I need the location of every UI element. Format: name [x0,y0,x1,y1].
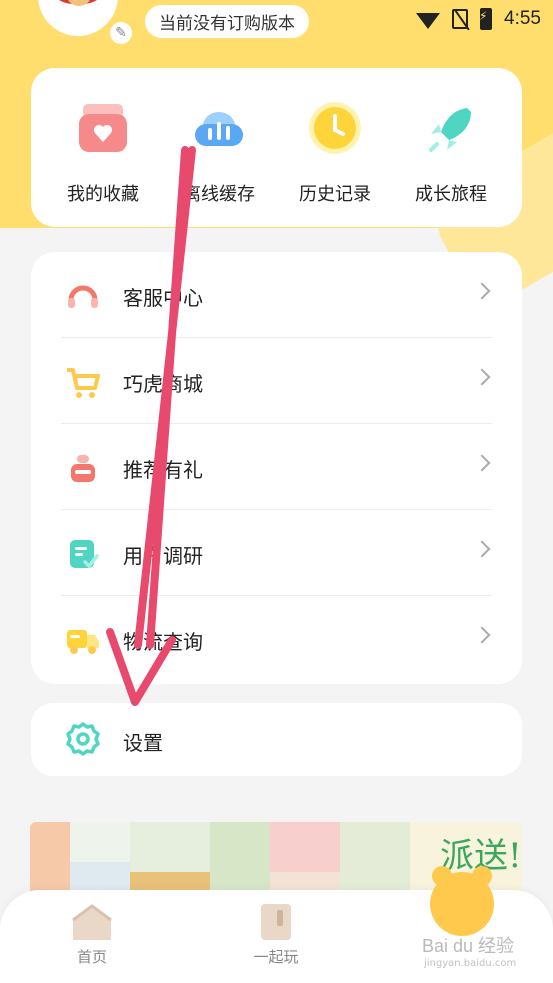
home-icon [72,904,112,940]
quick-label: 我的收藏 [67,184,139,205]
settings-label: 设置 [123,731,163,755]
quick-offline-cache[interactable]: 离线缓存 [159,68,279,227]
wifi-icon [416,13,441,29]
settings-card[interactable]: 设置 [31,703,522,776]
menu-item-survey[interactable]: 用户调研 [61,510,492,596]
favorites-box-icon [79,104,127,152]
quick-favorites[interactable]: 我的收藏 [43,68,163,227]
chevron-right-icon [473,282,491,300]
subscription-text: 当前没有订购版本 [159,14,295,34]
menu-label: 物流查询 [123,630,203,654]
tab-label: 一起玩 [253,948,299,966]
tab-play-together[interactable]: 一起玩 [216,890,336,983]
truck-icon [67,630,99,654]
cloud-download-icon [195,112,243,146]
bear-icon[interactable] [430,866,494,936]
chevron-right-icon [473,454,491,472]
rocket-icon [429,108,471,152]
chevron-right-icon [473,540,491,558]
tab-home[interactable]: 首页 [32,890,152,983]
quick-history[interactable]: 历史记录 [275,68,395,227]
no-sim-icon [452,9,469,29]
battery-charging-icon [479,8,493,30]
menu-label: 巧虎商城 [123,372,203,396]
menu-item-customer-service[interactable]: 客服中心 [61,252,492,338]
gear-icon [66,722,100,756]
chevron-right-icon [473,626,491,644]
quick-label: 成长旅程 [415,184,487,205]
watermark-brand: Bai du 经验 [422,936,515,956]
banner-block [130,822,210,872]
banner-block [210,822,270,896]
headset-icon [68,285,98,308]
menu-item-logistics[interactable]: 物流查询 [61,596,492,682]
play-book-icon [261,904,291,940]
quick-label: 离线缓存 [183,184,255,205]
quick-actions-card: 我的收藏 离线缓存 历史记录 成长旅程 [31,68,522,227]
gift-icon [71,455,95,482]
status-bar: 4:55 [416,6,541,32]
banner-block [340,822,410,896]
menu-label: 推荐有礼 [123,458,203,482]
banner-block [270,822,340,872]
chevron-right-icon [473,368,491,386]
banner-block [30,822,70,896]
survey-icon [70,540,99,569]
quick-label: 历史记录 [299,184,371,205]
clock-icon [309,102,361,154]
edit-pencil-icon[interactable]: ✎ [108,20,134,46]
tab-label: 首页 [76,948,107,966]
menu-label: 客服中心 [123,286,203,310]
banner-block [70,822,130,862]
menu-label: 用户调研 [123,544,203,568]
subscription-pill[interactable]: 当前没有订购版本 [145,5,309,38]
menu-item-referral[interactable]: 推荐有礼 [61,424,492,510]
cart-icon [67,368,100,398]
menu-item-shop[interactable]: 巧虎商城 [61,338,492,424]
watermark-url: jingyan.baidu.com [424,958,517,969]
menu-card: 客服中心 巧虎商城 推荐有礼 用户调研 物流查询 [31,252,522,684]
quick-growth[interactable]: 成长旅程 [391,68,511,227]
clock-time: 4:55 [504,8,541,29]
